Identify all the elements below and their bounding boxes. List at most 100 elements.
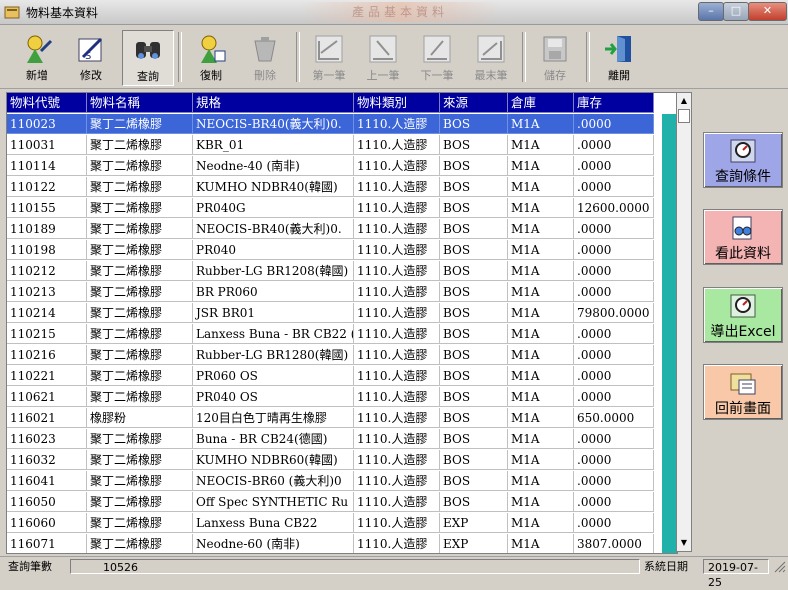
table-cell[interactable]: 聚丁二烯橡膠 bbox=[87, 513, 193, 533]
table-cell[interactable]: 120目白色丁晴再生橡膠 bbox=[193, 408, 354, 428]
table-cell[interactable]: 116050 bbox=[7, 492, 87, 512]
table-cell[interactable]: KUMHO NDBR40(韓國) bbox=[193, 177, 354, 197]
table-cell[interactable]: BOS bbox=[440, 408, 508, 428]
table-row[interactable]: 110213 聚丁二烯橡膠 BR PR060 1110.人造膠 BOS M1A .0000 bbox=[7, 282, 677, 303]
table-cell[interactable]: .0000 bbox=[574, 366, 654, 386]
table-cell[interactable]: PR040 OS bbox=[193, 387, 354, 407]
column-header[interactable]: 來源 bbox=[440, 93, 508, 113]
table-cell[interactable]: 1110.人造膠 bbox=[354, 513, 440, 533]
vertical-scrollbar[interactable]: ▲ ▼ bbox=[676, 92, 692, 552]
table-cell[interactable]: 聚丁二烯橡膠 bbox=[87, 135, 193, 155]
table-cell[interactable]: M1A bbox=[508, 387, 574, 407]
resize-grip-icon[interactable] bbox=[772, 559, 786, 574]
table-cell[interactable]: BOS bbox=[440, 387, 508, 407]
table-cell[interactable]: 116021 bbox=[7, 408, 87, 428]
table-cell[interactable]: 聚丁二烯橡膠 bbox=[87, 387, 193, 407]
table-cell[interactable]: 1110.人造膠 bbox=[354, 261, 440, 281]
table-cell[interactable]: Buna - BR CB24(德國) bbox=[193, 429, 354, 449]
table-cell[interactable]: 聚丁二烯橡膠 bbox=[87, 471, 193, 491]
table-row[interactable]: 116032 聚丁二烯橡膠 KUMHO NDBR60(韓國) 1110.人造膠 BOS M… bbox=[7, 450, 677, 471]
table-cell[interactable]: M1A bbox=[508, 240, 574, 260]
table-cell[interactable]: 1110.人造膠 bbox=[354, 114, 440, 134]
table-cell[interactable]: 1110.人造膠 bbox=[354, 324, 440, 344]
table-cell[interactable]: .0000 bbox=[574, 177, 654, 197]
table-cell[interactable]: PR040 bbox=[193, 240, 354, 260]
table-row[interactable]: 110198 聚丁二烯橡膠 PR040 1110.人造膠 BOS M1A .0000 bbox=[7, 240, 677, 261]
table-row[interactable]: 110023 聚丁二烯橡膠 NEOCIS-BR40(義大利)0. 1110.人造膠 BO… bbox=[7, 114, 677, 135]
table-row[interactable]: 110031 聚丁二烯橡膠 KBR_01 1110.人造膠 BOS M1A .0000 bbox=[7, 135, 677, 156]
table-cell[interactable]: JSR BR01 bbox=[193, 303, 354, 323]
query-button[interactable]: 查詢 bbox=[122, 30, 174, 86]
table-row[interactable]: 110114 聚丁二烯橡膠 Neodne-40 (南非) 1110.人造膠 BOS M1A… bbox=[7, 156, 677, 177]
table-row[interactable]: 116041 聚丁二烯橡膠 NEOCIS-BR60 (義大利)0 1110.人造膠 BO… bbox=[7, 471, 677, 492]
table-cell[interactable]: 1110.人造膠 bbox=[354, 408, 440, 428]
table-cell[interactable]: Neodne-40 (南非) bbox=[193, 156, 354, 176]
table-row[interactable]: 110221 聚丁二烯橡膠 PR060 OS 1110.人造膠 BOS M1A .0000 bbox=[7, 366, 677, 387]
table-row[interactable]: 116060 聚丁二烯橡膠 Lanxess Buna CB22 1110.人造膠 EXP… bbox=[7, 513, 677, 534]
scroll-thumb[interactable] bbox=[678, 109, 690, 123]
table-cell[interactable]: 110114 bbox=[7, 156, 87, 176]
column-header[interactable]: 庫存 bbox=[574, 93, 654, 113]
table-cell[interactable]: 1110.人造膠 bbox=[354, 534, 440, 553]
table-cell[interactable]: 1110.人造膠 bbox=[354, 471, 440, 491]
next-record-button[interactable]: 下一筆 bbox=[412, 30, 462, 84]
table-cell[interactable]: Lanxess Buna CB22 bbox=[193, 513, 354, 533]
table-cell[interactable]: 1110.人造膠 bbox=[354, 429, 440, 449]
table-cell[interactable]: NEOCIS-BR60 (義大利)0 bbox=[193, 471, 354, 491]
table-cell[interactable]: 12600.0000 bbox=[574, 198, 654, 218]
table-cell[interactable]: M1A bbox=[508, 429, 574, 449]
table-cell[interactable]: M1A bbox=[508, 534, 574, 553]
table-cell[interactable]: BOS bbox=[440, 324, 508, 344]
table-cell[interactable]: .0000 bbox=[574, 219, 654, 239]
table-cell[interactable]: PR060 OS bbox=[193, 366, 354, 386]
table-cell[interactable]: .0000 bbox=[574, 240, 654, 260]
column-header[interactable]: 倉庫 bbox=[508, 93, 574, 113]
table-cell[interactable]: BOS bbox=[440, 219, 508, 239]
column-header[interactable]: 物料名稱 bbox=[87, 93, 193, 113]
table-cell[interactable]: M1A bbox=[508, 366, 574, 386]
scroll-down-arrow[interactable]: ▼ bbox=[678, 536, 690, 550]
table-cell[interactable]: 110213 bbox=[7, 282, 87, 302]
minimize-button[interactable]: – bbox=[698, 2, 724, 21]
table-cell[interactable]: BR PR060 bbox=[193, 282, 354, 302]
table-row[interactable]: 110621 聚丁二烯橡膠 PR040 OS 1110.人造膠 BOS M1A .0000 bbox=[7, 387, 677, 408]
table-cell[interactable]: BOS bbox=[440, 303, 508, 323]
table-cell[interactable]: 110189 bbox=[7, 219, 87, 239]
table-cell[interactable]: .0000 bbox=[574, 345, 654, 365]
table-cell[interactable]: 116060 bbox=[7, 513, 87, 533]
table-cell[interactable]: 110221 bbox=[7, 366, 87, 386]
table-cell[interactable]: M1A bbox=[508, 198, 574, 218]
column-header[interactable]: 規格 bbox=[193, 93, 354, 113]
table-row[interactable]: 110214 聚丁二烯橡膠 JSR BR01 1110.人造膠 BOS M1A 79800.… bbox=[7, 303, 677, 324]
delete-button[interactable]: 刪除 bbox=[240, 30, 290, 84]
table-cell[interactable]: Rubber-LG BR1280(韓國) bbox=[193, 345, 354, 365]
table-cell[interactable]: 110216 bbox=[7, 345, 87, 365]
table-cell[interactable]: M1A bbox=[508, 324, 574, 344]
table-cell[interactable]: .0000 bbox=[574, 261, 654, 281]
table-cell[interactable]: BOS bbox=[440, 114, 508, 134]
table-cell[interactable]: 1110.人造膠 bbox=[354, 198, 440, 218]
table-cell[interactable]: 79800.0000 bbox=[574, 303, 654, 323]
table-cell[interactable]: .0000 bbox=[574, 471, 654, 491]
table-cell[interactable]: 1110.人造膠 bbox=[354, 240, 440, 260]
maximize-button[interactable]: □ bbox=[723, 2, 749, 21]
table-cell[interactable]: .0000 bbox=[574, 450, 654, 470]
table-cell[interactable]: 聚丁二烯橡膠 bbox=[87, 282, 193, 302]
table-cell[interactable]: 650.0000 bbox=[574, 408, 654, 428]
table-cell[interactable]: M1A bbox=[508, 450, 574, 470]
table-cell[interactable]: 116071 bbox=[7, 534, 87, 553]
table-row[interactable]: 116071 聚丁二烯橡膠 Neodne-60 (南非) 1110.人造膠 EXP M1A… bbox=[7, 534, 677, 553]
table-cell[interactable]: 110031 bbox=[7, 135, 87, 155]
edit-button[interactable]: S 修改 bbox=[66, 30, 116, 84]
table-cell[interactable]: 1110.人造膠 bbox=[354, 135, 440, 155]
prev-record-button[interactable]: 上一筆 bbox=[358, 30, 408, 84]
table-cell[interactable]: Lanxess Buna - BR CB22 ( bbox=[193, 324, 354, 344]
table-row[interactable]: 110215 聚丁二烯橡膠 Lanxess Buna - BR CB22 (1110… bbox=[7, 324, 677, 345]
column-header[interactable]: 物料代號 bbox=[7, 93, 87, 113]
table-cell[interactable]: BOS bbox=[440, 156, 508, 176]
table-cell[interactable]: 聚丁二烯橡膠 bbox=[87, 114, 193, 134]
table-row[interactable]: 110212 聚丁二烯橡膠 Rubber-LG BR1208(韓國) 1110.人造膠… bbox=[7, 261, 677, 282]
table-cell[interactable]: M1A bbox=[508, 408, 574, 428]
table-cell[interactable]: BOS bbox=[440, 429, 508, 449]
save-button[interactable]: 儲存 bbox=[530, 30, 580, 84]
